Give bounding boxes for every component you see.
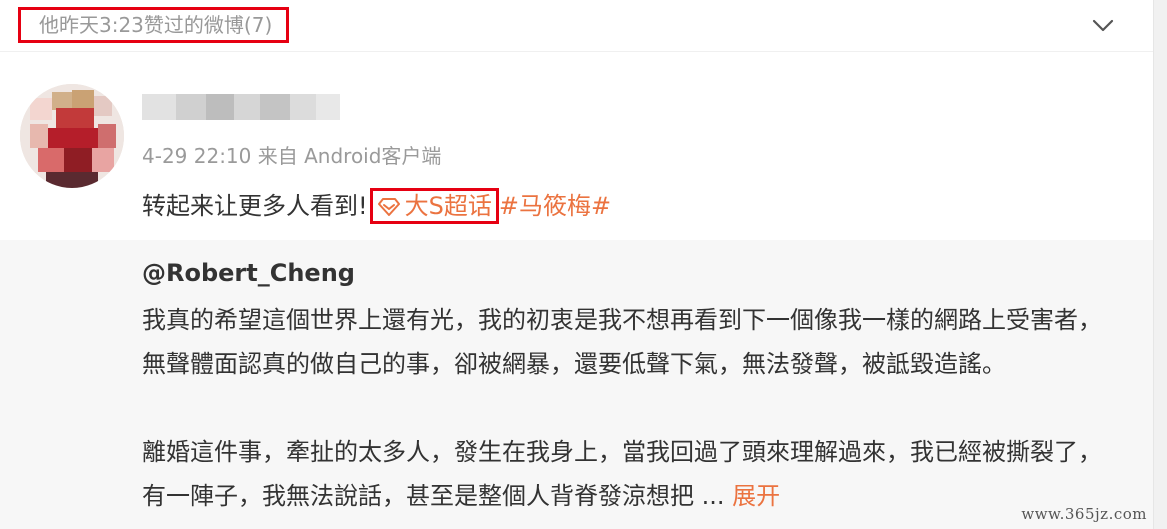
super-topic-label: 大S超话 [404, 192, 492, 220]
feed-post: 4-29 22:10 来自 Android客户端 转起来让更多人看到! 大S超话 #… [0, 52, 1153, 529]
expand-link[interactable]: 展开 [732, 482, 780, 510]
site-watermark: www.365jz.com [1021, 505, 1147, 523]
liked-group-title: 他昨天3:23赞过的微博(7) [18, 7, 290, 43]
post-content: 转起来让更多人看到! 大S超话 #马筱梅# [142, 188, 611, 224]
avatar[interactable] [20, 84, 124, 188]
retweet-author-link[interactable]: @Robert_Cheng [142, 258, 355, 288]
retweet-paragraph-2-text: 離婚這件事，牽扯的太多人，發生在我身上，當我回過了頭來理解過來，我已經被撕裂了，… [142, 438, 1102, 510]
post-meta: 4-29 22:10 来自 Android客户端 [142, 142, 441, 170]
diamond-supertopic-icon [377, 198, 400, 216]
liked-posts-group-header: 他昨天3:23赞过的微博(7) [0, 0, 1153, 52]
retweet-text: 我真的希望這個世界上還有光，我的初衷是我不想再看到下一個像我一樣的網路上受害者，… [142, 298, 1112, 518]
truncation-ellipsis: ... [694, 482, 733, 510]
super-topic-link[interactable]: 大S超话 [369, 188, 499, 224]
chevron-down-icon[interactable] [1090, 12, 1116, 38]
post-time[interactable]: 4-29 22:10 [142, 144, 251, 168]
retweet-paragraph-1: 我真的希望這個世界上還有光，我的初衷是我不想再看到下一個像我一樣的網路上受害者，… [142, 306, 1102, 378]
post-source-prefix: 来自 [257, 144, 298, 168]
scrollbar-track[interactable] [1153, 0, 1167, 529]
post-username[interactable] [142, 94, 342, 120]
retweet-paragraph-2: 離婚這件事，牽扯的太多人，發生在我身上，當我回過了頭來理解過來，我已經被撕裂了，… [142, 430, 1112, 518]
retweet-card[interactable]: @Robert_Cheng 我真的希望這個世界上還有光，我的初衷是我不想再看到下… [0, 240, 1153, 529]
post-source: Android客户端 [304, 144, 442, 168]
hashtag-link[interactable]: #马筱梅# [499, 192, 611, 220]
post-text: 转起来让更多人看到! [142, 192, 368, 220]
